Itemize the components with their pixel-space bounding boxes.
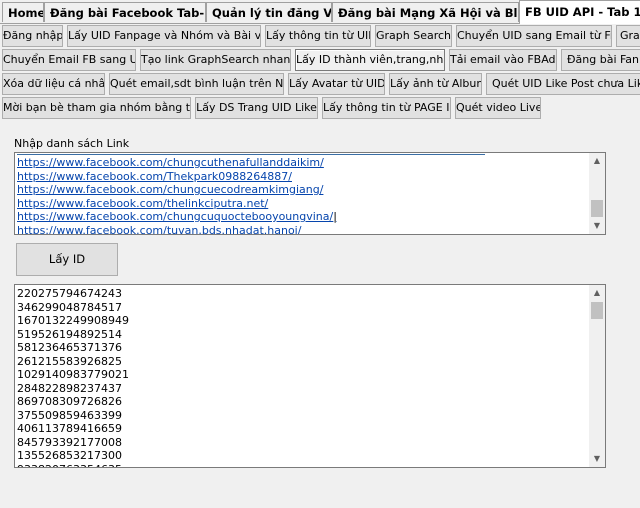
- id-item: 519526194892514: [17, 327, 122, 341]
- id-item: 869708309726826: [17, 395, 122, 408]
- get-uid-fanpage-group-post-button[interactable]: Lấy UID Fanpage và Nhóm và Bài viết: [67, 25, 261, 47]
- textarea-clipped-line: [17, 154, 485, 155]
- scroll-thumb[interactable]: [591, 200, 603, 217]
- quick-graphsearch-link-button[interactable]: Tạo link GraphSearch nhanh: [140, 49, 291, 71]
- link-item: https://www.facebook.com/thelinkciputra.…: [17, 196, 269, 210]
- get-id-button[interactable]: Lấy ID: [16, 243, 118, 276]
- invite-friends-group-token-button[interactable]: Mời bạn bè tham gia nhóm bằng token: [2, 97, 191, 119]
- link-item: https://www.facebook.com/chungcuthenaful…: [17, 156, 324, 169]
- id-item: 1029140983779021: [17, 368, 129, 381]
- tab-strip: Home Đăng bài Facebook Tab-1 Quản lý tin…: [0, 0, 640, 24]
- id-item: 135526853217300: [17, 449, 122, 462]
- link-list-scrollbar[interactable]: ▲ ▼: [589, 153, 605, 234]
- uid-to-email-from-file-button[interactable]: Chuyển UID sang Email từ File: [456, 25, 612, 47]
- graph-search-button[interactable]: Graph Search: [375, 25, 452, 47]
- id-item: 284822898237437: [17, 381, 122, 395]
- scan-email-phone-comments-button[interactable]: Quét email,sdt bình luận trên Nhóm: [109, 73, 284, 95]
- login-button[interactable]: Đăng nhập: [2, 25, 63, 47]
- id-output-textarea[interactable]: 220275794674243 346299048784517 16701322…: [14, 284, 606, 468]
- link-lines: https://www.facebook.com/chungcuthenaful…: [17, 156, 589, 235]
- id-output-scrollbar[interactable]: ▲ ▼: [589, 285, 605, 467]
- get-info-from-uid-button[interactable]: Lấy thông tin từ UID: [265, 25, 371, 47]
- tab-home[interactable]: Home: [2, 2, 44, 22]
- id-item: 261215583926825: [17, 354, 122, 368]
- tab-fb-uid-api[interactable]: FB UID API - Tab 1: [519, 0, 640, 24]
- graph-overflow-button[interactable]: Grap: [616, 25, 640, 47]
- link-item: https://www.facebook.com/tuvan.bds.nhada…: [17, 223, 302, 235]
- get-avatar-from-uid-button[interactable]: Lấy Avatar từ UID: [288, 73, 385, 95]
- scroll-up-icon[interactable]: ▲: [589, 153, 605, 169]
- load-email-fbads-button[interactable]: Tải email vào FBAds: [449, 49, 557, 71]
- id-item: 845793392177008: [17, 435, 122, 449]
- scan-uid-like-post-button[interactable]: Quét UID Like Post chưa Like P: [486, 73, 640, 95]
- id-lines: 220275794674243 346299048784517 16701322…: [17, 287, 589, 468]
- delete-personal-data-button[interactable]: Xóa dữ liệu cá nhân: [2, 73, 105, 95]
- id-item: 1670132249908949: [17, 314, 129, 327]
- scroll-up-icon[interactable]: ▲: [589, 285, 605, 301]
- email-to-uid-button[interactable]: Chuyển Email FB sang UID: [2, 49, 136, 71]
- link-list-label: Nhập danh sách Link: [14, 137, 130, 150]
- link-item: https://www.facebook.com/chungcuquoctebo…: [17, 210, 589, 224]
- id-item: 346299048784517: [17, 300, 122, 314]
- get-album-photos-button[interactable]: Lấy ảnh từ Album: [389, 73, 482, 95]
- tab-quan-ly-tin-dang[interactable]: Quản lý tin đăng V2: [206, 2, 332, 22]
- get-info-from-page-id-button[interactable]: Lấy thông tin từ PAGE ID: [322, 97, 451, 119]
- scroll-down-icon[interactable]: ▼: [589, 218, 605, 234]
- list-pages-uid-like-button[interactable]: Lấy DS Trang UID Like: [195, 97, 318, 119]
- id-item: 375509859463399: [17, 408, 122, 422]
- id-item: 406113789416659: [17, 422, 122, 435]
- post-fanpage-button[interactable]: Đăng bài Fanpa: [561, 49, 640, 71]
- tab-mang-xa-hoi-blog[interactable]: Đăng bài Mạng Xã Hội và Blog: [332, 2, 519, 22]
- text-caret: |: [333, 210, 337, 223]
- id-item: 581236465371376: [17, 341, 122, 354]
- link-item: https://www.facebook.com/Thekpark0988264…: [17, 169, 292, 183]
- link-item: https://www.facebook.com/chungcuecodream…: [17, 183, 324, 196]
- link-item-text: https://www.facebook.com/chungcuquoctebo…: [17, 210, 334, 223]
- tab-dang-bai-facebook[interactable]: Đăng bài Facebook Tab-1: [44, 2, 206, 22]
- id-item: 220275794674243: [17, 287, 122, 300]
- link-list-textarea[interactable]: https://www.facebook.com/chungcuthenaful…: [14, 152, 606, 235]
- get-member-page-group-id-button[interactable]: Lấy ID thành viên,trang,nhóm: [295, 49, 445, 71]
- scroll-thumb[interactable]: [591, 302, 603, 319]
- scan-live-video-button[interactable]: Quét video Live: [455, 97, 541, 119]
- scroll-down-icon[interactable]: ▼: [589, 451, 605, 467]
- id-item: 933820763354635: [17, 463, 589, 468]
